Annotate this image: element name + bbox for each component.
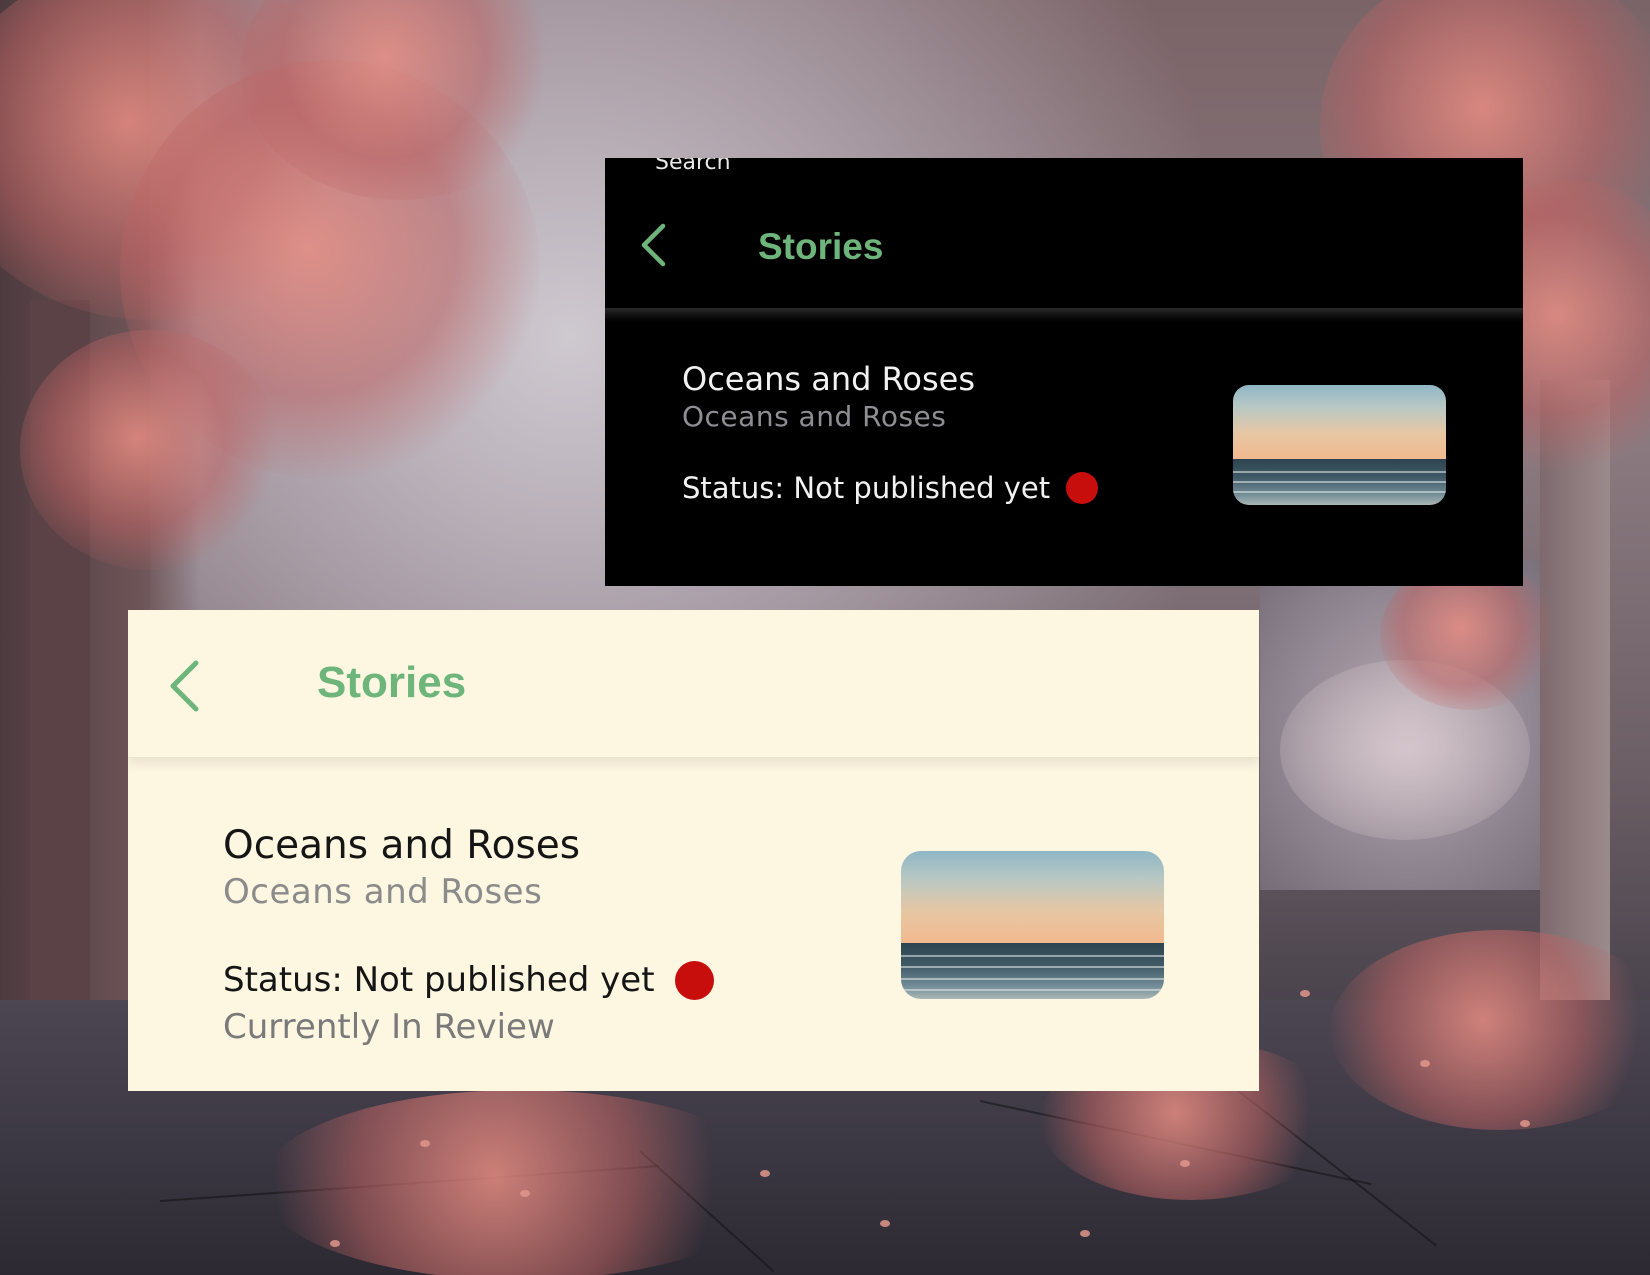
status-dot-icon — [674, 960, 714, 1000]
chevron-left-icon — [641, 223, 666, 267]
navigation-bar: Stories — [128, 610, 1259, 758]
back-button[interactable] — [633, 220, 673, 270]
page-title: Stories — [317, 658, 467, 707]
petal — [880, 1220, 890, 1227]
story-thumbnail — [1233, 385, 1446, 505]
search-back-label[interactable]: Search — [655, 158, 731, 175]
petal — [330, 1240, 340, 1247]
status-text: Status: Not published yet — [223, 960, 655, 1000]
petal — [1300, 990, 1310, 997]
petal — [760, 1170, 770, 1177]
review-status: Currently In Review — [223, 1007, 555, 1047]
petal — [420, 1140, 430, 1147]
story-status: Status: Not published yet — [682, 471, 1099, 505]
story-subtitle: Oceans and Roses — [682, 400, 947, 433]
status-text: Status: Not published yet — [682, 471, 1051, 505]
petal — [520, 1190, 530, 1197]
back-button[interactable] — [162, 658, 206, 714]
stories-screen-light: Stories Oceans and Roses Oceans and Rose… — [128, 610, 1259, 1091]
story-status: Status: Not published yet — [223, 960, 714, 1000]
story-subtitle: Oceans and Roses — [223, 872, 543, 912]
petal — [1420, 1060, 1430, 1067]
cherry-blossom-cluster — [20, 330, 280, 570]
status-dot-icon — [1066, 472, 1099, 504]
petal — [1180, 1160, 1190, 1167]
navigation-bar: Search Stories — [605, 158, 1523, 308]
story-title: Oceans and Roses — [682, 360, 975, 398]
nav-divider — [605, 308, 1523, 322]
story-title: Oceans and Roses — [223, 823, 581, 868]
page-title: Stories — [758, 226, 884, 267]
chevron-left-icon — [170, 660, 199, 712]
story-thumbnail — [901, 851, 1164, 999]
stories-screen-dark: Search Stories Oceans and Roses Oceans a… — [605, 158, 1523, 586]
cherry-blossom-cluster — [1330, 930, 1650, 1130]
cherry-blossom-cluster — [260, 1090, 780, 1275]
petal — [1080, 1230, 1090, 1237]
petal — [1520, 1120, 1530, 1127]
